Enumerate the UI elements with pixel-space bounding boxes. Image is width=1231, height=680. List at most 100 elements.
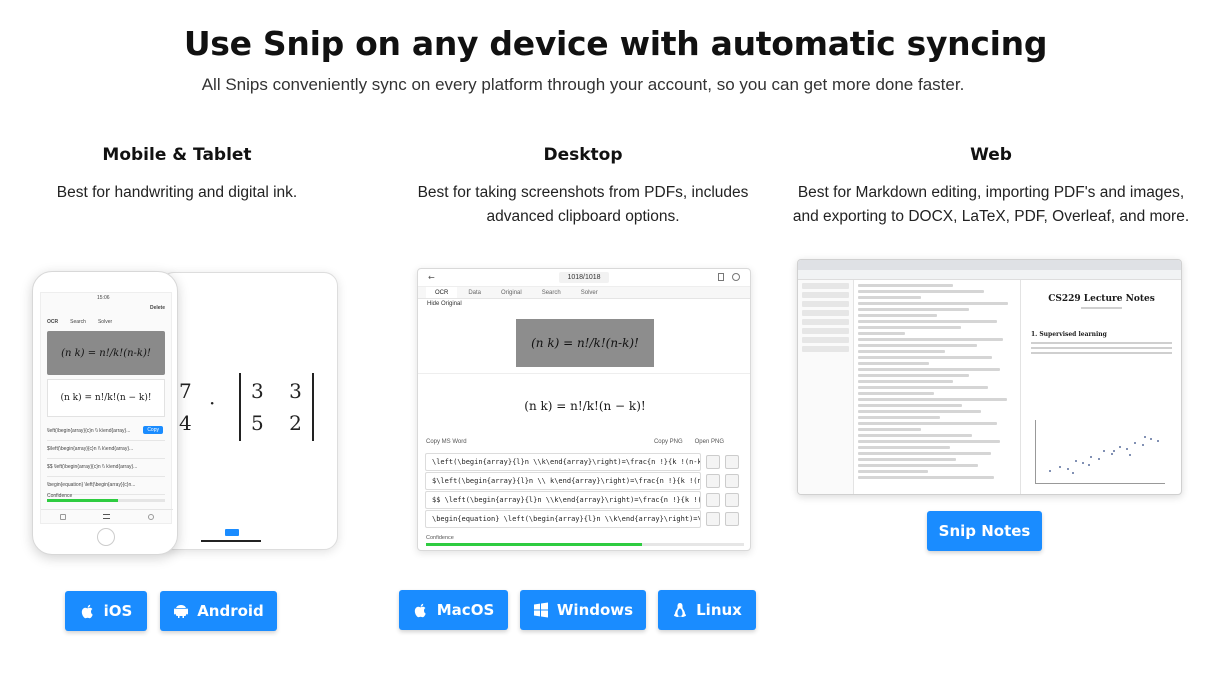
scatter-point	[1097, 458, 1100, 460]
list-item: $\left(\begin{array}{c}n \\ k\end{array}…	[47, 441, 165, 459]
desktop-tab-ocr: OCR	[426, 287, 458, 298]
code-line	[858, 320, 998, 323]
web-sidebar	[798, 280, 854, 494]
phone-rendered-formula: (n k) = n!/k!(n − k)!	[47, 379, 165, 417]
desktop-tab-original: Original	[501, 290, 522, 296]
code-line	[858, 476, 994, 479]
phone-tab-search: Search	[70, 319, 86, 325]
web-doc-title: CS229 Lecture Notes	[1048, 294, 1155, 304]
code-line	[858, 416, 941, 419]
code-line	[858, 344, 977, 347]
mobile-description: Best for handwriting and digital ink.	[56, 184, 298, 201]
hide-original-toggle: Hide Original	[427, 301, 462, 307]
matrix-cell: 3	[289, 379, 302, 403]
code-line	[858, 314, 937, 317]
code-line	[858, 362, 930, 365]
matrix-cell: 4	[179, 411, 192, 435]
macos-button[interactable]: MacOS	[399, 590, 508, 630]
desktop-tab-search: Search	[541, 290, 561, 296]
scatter-point	[1048, 470, 1051, 472]
android-label: Android	[197, 602, 264, 620]
copy-icon	[706, 474, 720, 488]
ios-button[interactable]: iOS	[65, 591, 147, 631]
desktop-confidence-bar	[426, 543, 744, 546]
phone-copy-button: Copy	[143, 426, 163, 434]
browser-tabs	[798, 260, 1181, 270]
scatter-point	[1087, 464, 1090, 466]
code-line	[858, 434, 972, 437]
code-line	[858, 326, 961, 329]
code-line	[858, 302, 1009, 305]
snip-notes-label: Snip Notes	[938, 522, 1031, 540]
android-icon	[173, 603, 189, 619]
apple-icon	[80, 603, 96, 619]
windows-label: Windows	[556, 601, 634, 619]
scatter-point	[1072, 472, 1075, 474]
list-icon	[103, 514, 111, 519]
latex-result: $\left(\begin{array}{l}n \\ k\end{array}…	[425, 472, 701, 490]
latex-result: \begin{equation} \left(\begin{array}{l}n…	[425, 510, 701, 528]
edit-icon	[725, 455, 739, 469]
linux-icon	[672, 602, 688, 618]
code-line	[858, 386, 988, 389]
scatter-point	[1066, 468, 1069, 470]
web-description: Best for Markdown editing, importing PDF…	[792, 184, 1190, 225]
table-row: \left(\begin{array}{l}n \\k\end{array}\r…	[425, 453, 745, 471]
phone-bottom-bar	[41, 509, 173, 523]
latex-result: $$ \left(\begin{array}{l}n \\k\end{array…	[425, 491, 701, 509]
code-line	[858, 374, 969, 377]
code-line	[858, 296, 922, 299]
code-line	[858, 290, 985, 293]
scatter-point	[1110, 453, 1113, 455]
phone-tab-solver: Solver	[97, 319, 113, 325]
desktop-confidence-label: Confidence	[426, 535, 454, 541]
code-line	[858, 452, 991, 455]
edit-icon	[725, 512, 739, 526]
tablet-screenshot: 7 4 · 3 3 5 2	[160, 272, 338, 550]
page-indicator: 1018/1018	[559, 272, 609, 283]
scatter-point	[1118, 446, 1121, 448]
scatter-point	[1126, 448, 1129, 450]
status-time: 15:06	[97, 295, 110, 301]
web-title: Web	[970, 145, 1012, 165]
matrix-right: 3 3 5 2	[239, 373, 314, 441]
windows-button[interactable]: Windows	[520, 590, 646, 630]
snip-notes-button[interactable]: Snip Notes	[927, 511, 1042, 551]
code-line	[858, 428, 922, 431]
phone-tabs: OCR Search Solver	[47, 319, 112, 325]
desktop-handwritten-formula: (n k) = n!/k!(n-k)!	[516, 319, 654, 367]
phone-screenshot: 15:06 Delete OCR Search Solver (n k) = n…	[32, 271, 178, 555]
code-line	[858, 458, 956, 461]
code-line	[858, 350, 945, 353]
mobile-title: Mobile & Tablet	[102, 145, 252, 165]
copy-png: Copy PNG	[653, 439, 683, 445]
desktop-confidence: Confidence	[426, 535, 744, 546]
scatter-point	[1144, 436, 1147, 438]
browser-url-bar	[798, 270, 1181, 280]
code-line	[858, 464, 979, 467]
phone-confidence-bar	[47, 499, 165, 502]
camera-icon	[59, 513, 66, 520]
phone-screen: 15:06 Delete OCR Search Solver (n k) = n…	[40, 292, 173, 524]
trash-icon	[718, 273, 724, 281]
web-doc-section: 1. Supervised learning	[1031, 331, 1107, 338]
desktop-rendered-formula: (n k) = n!/k!(n − k)!	[524, 399, 646, 413]
scatter-point	[1082, 462, 1085, 464]
desktop-column: Desktop Best for taking screenshots from…	[408, 145, 758, 229]
code-line	[858, 440, 1001, 443]
code-line	[858, 380, 953, 383]
matrix-cell: 7	[179, 379, 192, 403]
linux-label: Linux	[696, 601, 742, 619]
code-line	[858, 422, 998, 425]
table-row: $$ \left(\begin{array}{l}n \\k\end{array…	[425, 491, 745, 509]
code-line	[858, 338, 1004, 341]
web-markdown-editor	[858, 284, 1016, 494]
desktop-screenshot: ← 1018/1018 OCR Data Original Search Sol…	[417, 268, 751, 551]
dot-operator: ·	[209, 391, 216, 415]
matrix-left: 7 4	[179, 375, 192, 439]
code-line	[858, 446, 950, 449]
table-row: \begin{equation} \left(\begin{array}{l}n…	[425, 510, 745, 528]
android-button[interactable]: Android	[160, 591, 277, 631]
linux-button[interactable]: Linux	[658, 590, 756, 630]
windows-icon	[533, 602, 549, 618]
